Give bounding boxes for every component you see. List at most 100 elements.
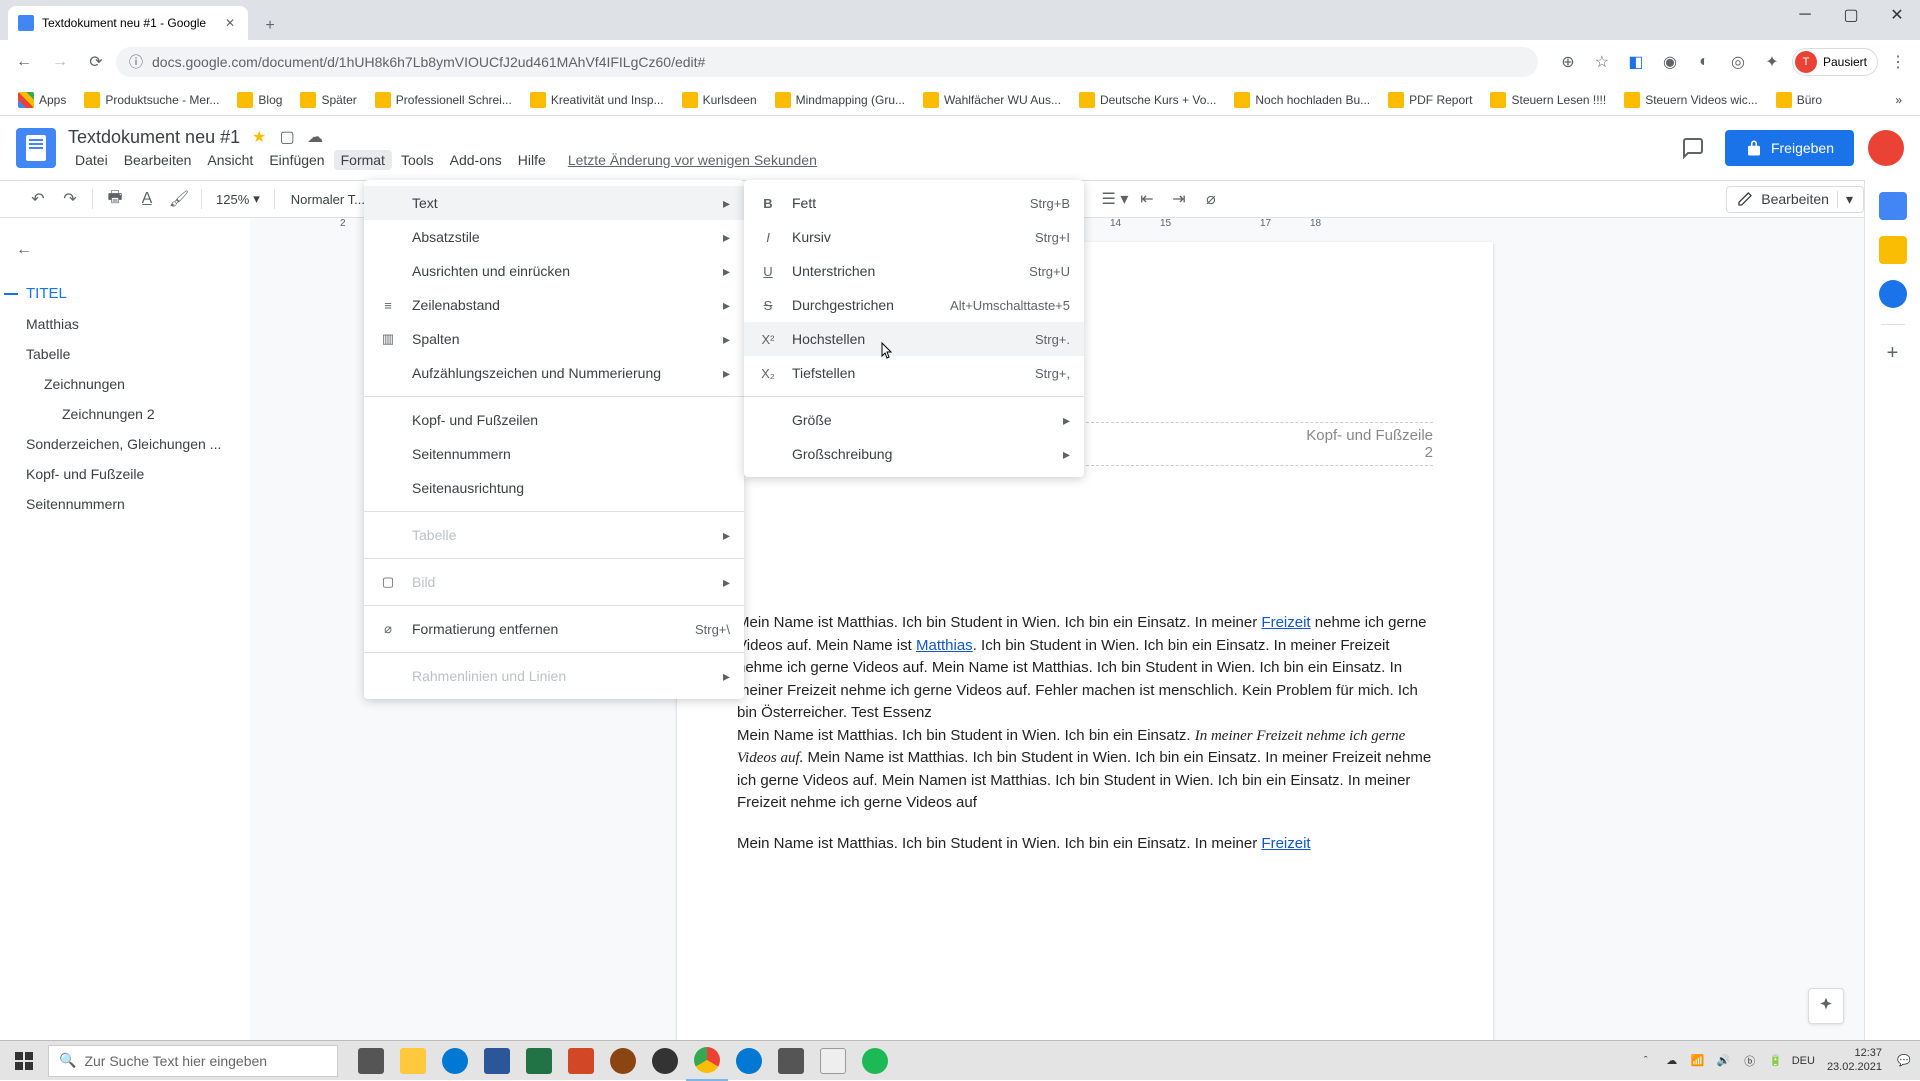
star-icon[interactable]: ★: [250, 128, 268, 146]
back-button[interactable]: ←: [8, 46, 40, 78]
edge-button[interactable]: [728, 1041, 770, 1081]
app-button[interactable]: [644, 1041, 686, 1081]
outline-item[interactable]: Kopf- und Fußzeile: [16, 459, 234, 489]
format-menu-item-7[interactable]: Kopf- und Fußzeilen: [364, 403, 744, 437]
menu-bearbeiten[interactable]: Bearbeiten: [117, 150, 199, 170]
extension3-icon[interactable]: ◎: [1724, 48, 1752, 76]
bookmark-item[interactable]: Wahlfächer WU Aus...: [915, 88, 1069, 112]
task-view-button[interactable]: [350, 1041, 392, 1081]
forward-button[interactable]: →: [44, 46, 76, 78]
increase-indent-button[interactable]: ⇥: [1165, 185, 1193, 213]
format-menu-item-11[interactable]: Tabelle▸: [364, 518, 744, 552]
window-minimize-button[interactable]: ─: [1782, 0, 1828, 30]
bluetooth-icon[interactable]: ⓑ: [1740, 1051, 1760, 1071]
bookmark-item[interactable]: Noch hochladen Bu...: [1226, 88, 1378, 112]
paragraph-style-select[interactable]: Normaler T...: [283, 190, 373, 209]
bookmark-item[interactable]: Blog: [229, 88, 290, 112]
outline-close-button[interactable]: ←: [16, 234, 48, 266]
format-menu-item-9[interactable]: Seitenausrichtung: [364, 471, 744, 505]
link-matthias[interactable]: Matthias: [916, 637, 973, 654]
format-menu-item-2[interactable]: Ausrichten und einrücken▸: [364, 254, 744, 288]
outline-item[interactable]: Sonderzeichen, Gleichungen ...: [16, 429, 234, 459]
move-icon[interactable]: ▢: [278, 128, 296, 146]
text-submenu-item-3[interactable]: SDurchgestrichenAlt+Umschalttaste+5: [744, 288, 1084, 322]
wifi-icon[interactable]: 📶: [1688, 1051, 1708, 1071]
keep-app-icon[interactable]: [1879, 236, 1907, 264]
menu-datei[interactable]: Datei: [68, 150, 115, 170]
language-indicator[interactable]: DEU: [1792, 1055, 1815, 1067]
bookmark-apps[interactable]: Apps: [10, 88, 74, 112]
format-menu-item-5[interactable]: Aufzählungszeichen und Nummerierung▸: [364, 356, 744, 390]
text-submenu-item-0[interactable]: BFettStrg+B: [744, 186, 1084, 220]
battery-icon[interactable]: 🔋: [1766, 1051, 1786, 1071]
star-bookmark-icon[interactable]: ☆: [1588, 48, 1616, 76]
print-button[interactable]: 🖶: [101, 185, 129, 213]
bookmark-overflow[interactable]: »: [1887, 89, 1910, 111]
menu-format[interactable]: Format: [334, 150, 392, 170]
edge-button[interactable]: [434, 1041, 476, 1081]
editing-mode-select[interactable]: Bearbeiten ▾: [1726, 186, 1864, 213]
browser-tab[interactable]: Textdokument neu #1 - Google ✕: [8, 6, 248, 40]
tasks-app-icon[interactable]: [1879, 280, 1907, 308]
explorer-button[interactable]: [392, 1041, 434, 1081]
notifications-icon[interactable]: 💬: [1894, 1051, 1914, 1071]
format-menu-item-3[interactable]: ≡Zeilenabstand▸: [364, 288, 744, 322]
format-menu-item-13[interactable]: ▢Bild▸: [364, 565, 744, 599]
bookmark-item[interactable]: PDF Report: [1380, 88, 1480, 112]
undo-button[interactable]: ↶: [24, 185, 52, 213]
spotify-button[interactable]: [854, 1041, 896, 1081]
redo-button[interactable]: ↷: [56, 185, 84, 213]
text-submenu-item-1[interactable]: IKursivStrg+I: [744, 220, 1084, 254]
notepad-button[interactable]: [812, 1041, 854, 1081]
zoom-icon[interactable]: ⊕: [1554, 48, 1582, 76]
outline-item[interactable]: Zeichnungen 2: [16, 399, 234, 429]
link-freizeit[interactable]: Freizeit: [1261, 614, 1310, 631]
format-menu-item-1[interactable]: Absatzstile▸: [364, 220, 744, 254]
volume-icon[interactable]: 🔊: [1714, 1051, 1734, 1071]
outline-item[interactable]: Tabelle: [16, 339, 234, 369]
bookmark-item[interactable]: Steuern Lesen !!!!: [1482, 88, 1614, 112]
text-submenu-item-8[interactable]: Großschreibung▸: [744, 437, 1084, 471]
tray-chevron-icon[interactable]: ˆ: [1636, 1051, 1656, 1071]
reload-button[interactable]: ⟳: [80, 46, 112, 78]
outline-item[interactable]: Zeichnungen: [16, 369, 234, 399]
docs-logo-icon[interactable]: [16, 128, 56, 168]
taskbar-search-input[interactable]: 🔍 Zur Suche Text hier eingeben: [48, 1045, 338, 1077]
share-button[interactable]: Freigeben: [1725, 130, 1854, 166]
app-button[interactable]: [770, 1041, 812, 1081]
bookmark-item[interactable]: Mindmapping (Gru...: [767, 88, 913, 112]
menu-ansicht[interactable]: Ansicht: [200, 150, 260, 170]
menu-tools[interactable]: Tools: [394, 150, 441, 170]
text-submenu-item-5[interactable]: X₂TiefstellenStrg+,: [744, 356, 1084, 390]
extension-icon[interactable]: ◉: [1656, 48, 1684, 76]
menu-einfuegen[interactable]: Einfügen: [262, 150, 331, 170]
text-submenu-item-4[interactable]: X²HochstellenStrg+.: [744, 322, 1084, 356]
format-menu-item-8[interactable]: Seitennummern: [364, 437, 744, 471]
spellcheck-button[interactable]: A̲: [133, 185, 161, 213]
add-addon-button[interactable]: +: [1881, 341, 1905, 365]
text-submenu-item-2[interactable]: UUnterstrichenStrg+U: [744, 254, 1084, 288]
bookmark-item[interactable]: Produktsuche - Mer...: [76, 88, 227, 112]
app-button[interactable]: [602, 1041, 644, 1081]
window-close-button[interactable]: ✕: [1874, 0, 1920, 30]
browser-menu-icon[interactable]: ⋮: [1884, 48, 1912, 76]
calendar-app-icon[interactable]: [1879, 192, 1907, 220]
menu-hilfe[interactable]: Hilfe: [511, 150, 553, 170]
chrome-button[interactable]: [686, 1041, 728, 1081]
menu-addons[interactable]: Add-ons: [443, 150, 509, 170]
user-avatar[interactable]: [1868, 130, 1904, 166]
bookmark-item[interactable]: Kurlsdeen: [674, 88, 765, 112]
bookmark-item[interactable]: Kreativität und Insp...: [522, 88, 672, 112]
format-paint-button[interactable]: 🖌: [165, 185, 193, 213]
bullet-list-button[interactable]: ☰ ▾: [1101, 185, 1129, 213]
outline-item[interactable]: Seitennummern: [16, 489, 234, 519]
outline-item[interactable]: Matthias: [16, 309, 234, 339]
format-menu-item-4[interactable]: ▥Spalten▸: [364, 322, 744, 356]
clear-format-button[interactable]: ⌀: [1197, 185, 1225, 213]
explore-button[interactable]: [1808, 988, 1844, 1024]
outline-item-titel[interactable]: TITEL: [16, 278, 234, 309]
new-tab-button[interactable]: +: [256, 12, 284, 40]
bookmark-item[interactable]: Professionell Schrei...: [367, 88, 520, 112]
format-menu-item-0[interactable]: Text▸: [364, 186, 744, 220]
format-menu-item-17[interactable]: Rahmenlinien und Linien▸: [364, 659, 744, 693]
